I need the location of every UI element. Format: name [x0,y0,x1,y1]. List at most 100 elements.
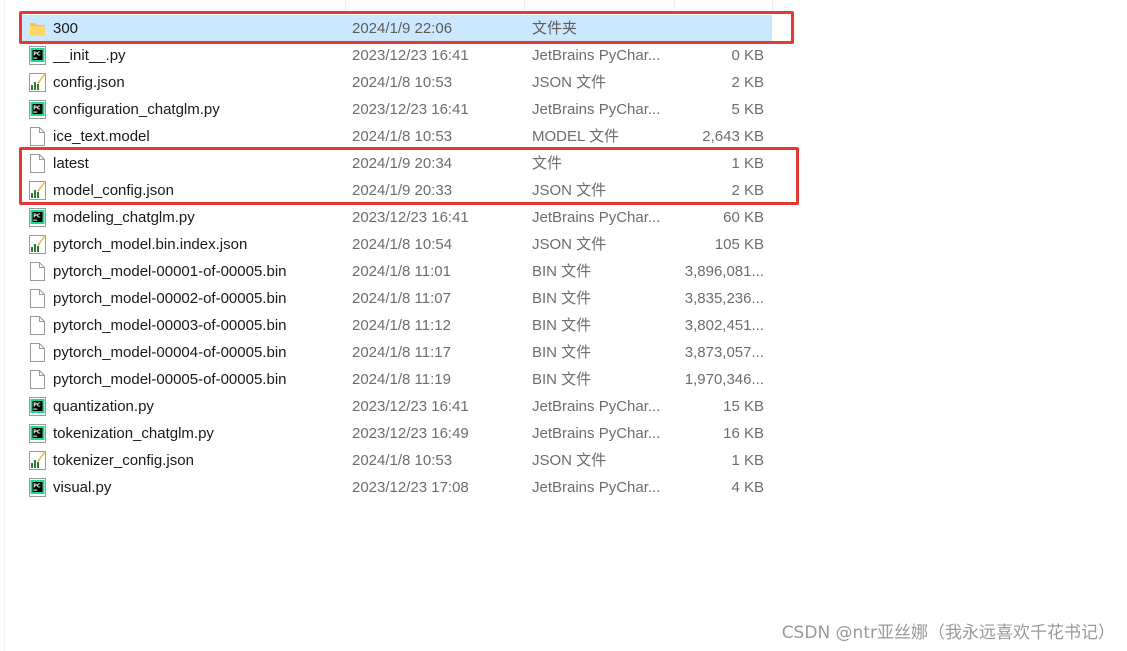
json-file-icon [29,451,46,470]
file-type: BIN 文件 [532,344,592,361]
pycharm-file-icon: PC [29,208,46,227]
svg-text:PC: PC [33,105,41,111]
file-type: JetBrains PyChar... [532,425,661,442]
blank-file-icon [29,289,46,308]
file-row[interactable]: pytorch_model-00002-of-00005.bin 2024/1/8… [22,285,772,312]
file-name: ice_text.model [53,128,150,145]
file-name: pytorch_model-00001-of-00005.bin [53,263,287,280]
file-size: 1,970,346... [684,371,764,388]
highlight-box-folder [19,11,794,44]
pycharm-file-icon: PC [29,100,46,119]
file-date-modified: 2024/1/8 11:19 [352,371,451,388]
svg-text:PC: PC [33,429,41,435]
file-type: JetBrains PyChar... [532,398,661,415]
file-name: quantization.py [53,398,154,415]
file-name: __init__.py [53,47,126,64]
file-date-modified: 2023/12/23 16:41 [352,209,469,226]
file-name: tokenizer_config.json [53,452,194,469]
file-row[interactable]: PC __init__.py 2023/12/23 16:41 JetBrains … [22,42,772,69]
file-date-modified: 2024/1/8 10:53 [352,128,453,145]
file-date-modified: 2024/1/8 10:54 [352,236,453,253]
file-type: BIN 文件 [532,317,592,334]
file-row[interactable]: PC visual.py 2023/12/23 17:08 JetBrains Py… [22,474,772,501]
file-date-modified: 2024/1/8 11:17 [352,344,451,361]
svg-text:PC: PC [33,51,41,57]
file-date-modified: 2024/1/8 10:53 [352,452,453,469]
file-name: pytorch_model-00002-of-00005.bin [53,290,287,307]
file-type: BIN 文件 [532,290,592,307]
file-type: JetBrains PyChar... [532,101,661,118]
column-divider [674,0,675,10]
file-row[interactable]: pytorch_model-00001-of-00005.bin 2024/1/8… [22,258,772,285]
file-row[interactable]: pytorch_model-00003-of-00005.bin 2024/1/8… [22,312,772,339]
file-row[interactable]: tokenizer_config.json 2024/1/8 10:53 JSON … [22,447,772,474]
file-type: MODEL 文件 [532,128,619,145]
column-divider [772,0,773,10]
pycharm-file-icon: PC [29,478,46,497]
file-size: 3,896,081... [684,263,764,280]
file-date-modified: 2023/12/23 16:41 [352,101,469,118]
file-size: 15 KB [723,398,764,415]
blank-file-icon [29,370,46,389]
file-size: 105 KB [714,236,764,253]
svg-text:PC: PC [33,213,41,219]
file-name: pytorch_model-00003-of-00005.bin [53,317,287,334]
file-size: 60 KB [723,209,764,226]
column-divider [524,0,525,10]
pane-border [4,0,5,651]
file-name: visual.py [53,479,112,496]
file-row[interactable]: pytorch_model-00004-of-00005.bin 2024/1/8… [22,339,772,366]
file-size: 0 KB [731,47,764,64]
file-row[interactable]: PC quantization.py 2023/12/23 16:41 JetBra… [22,393,772,420]
file-type: JetBrains PyChar... [532,479,661,496]
file-name: pytorch_model.bin.index.json [53,236,248,253]
file-date-modified: 2023/12/23 17:08 [352,479,469,496]
file-size: 2,643 KB [702,128,764,145]
svg-text:PC: PC [33,483,41,489]
pycharm-file-icon: PC [29,424,46,443]
file-list: 300 2024/1/9 22:06 文件夹 PC __init__.py 2023/… [22,15,772,501]
file-row[interactable]: config.json 2024/1/8 10:53 JSON 文件 2 KB [22,69,772,96]
file-row[interactable]: PC configuration_chatglm.py 2023/12/23 16… [22,96,772,123]
svg-text:PC: PC [33,402,41,408]
file-row[interactable]: ice_text.model 2024/1/8 10:53 MODEL 文件 2,64… [22,123,772,150]
file-date-modified: 2024/1/8 10:53 [352,74,453,91]
file-date-modified: 2024/1/8 11:07 [352,290,451,307]
blank-file-icon [29,127,46,146]
file-size: 1 KB [731,452,764,469]
file-name: config.json [53,74,125,91]
file-name: modeling_chatglm.py [53,209,195,226]
file-row[interactable]: PC modeling_chatglm.py 2023/12/23 16:41 Je… [22,204,772,231]
file-type: JetBrains PyChar... [532,47,661,64]
file-date-modified: 2023/12/23 16:41 [352,47,469,64]
file-size: 2 KB [731,74,764,91]
blank-file-icon [29,262,46,281]
pycharm-file-icon: PC [29,397,46,416]
file-name: configuration_chatglm.py [53,101,220,118]
file-size: 5 KB [731,101,764,118]
file-name: pytorch_model-00005-of-00005.bin [53,371,287,388]
file-type: JetBrains PyChar... [532,209,661,226]
blank-file-icon [29,343,46,362]
pycharm-file-icon: PC [29,46,46,65]
file-type: JSON 文件 [532,74,607,91]
json-file-icon [29,235,46,254]
file-size: 16 KB [723,425,764,442]
file-type: BIN 文件 [532,263,592,280]
file-date-modified: 2024/1/8 11:12 [352,317,451,334]
json-file-icon [29,73,46,92]
file-row[interactable]: PC tokenization_chatglm.py 2023/12/23 16:… [22,420,772,447]
file-size: 4 KB [731,479,764,496]
highlight-box-latest-files [19,147,799,205]
file-size: 3,802,451... [684,317,764,334]
column-divider [345,0,346,10]
file-row[interactable]: pytorch_model.bin.index.json 2024/1/8 10:… [22,231,772,258]
file-explorer-view: 300 2024/1/9 22:06 文件夹 PC __init__.py 2023/… [0,0,1127,651]
file-size: 3,873,057... [684,344,764,361]
file-date-modified: 2023/12/23 16:41 [352,398,469,415]
file-type: JSON 文件 [532,452,607,469]
file-type: JSON 文件 [532,236,607,253]
file-row[interactable]: pytorch_model-00005-of-00005.bin 2024/1/8… [22,366,772,393]
file-date-modified: 2023/12/23 16:49 [352,425,469,442]
file-type: BIN 文件 [532,371,592,388]
